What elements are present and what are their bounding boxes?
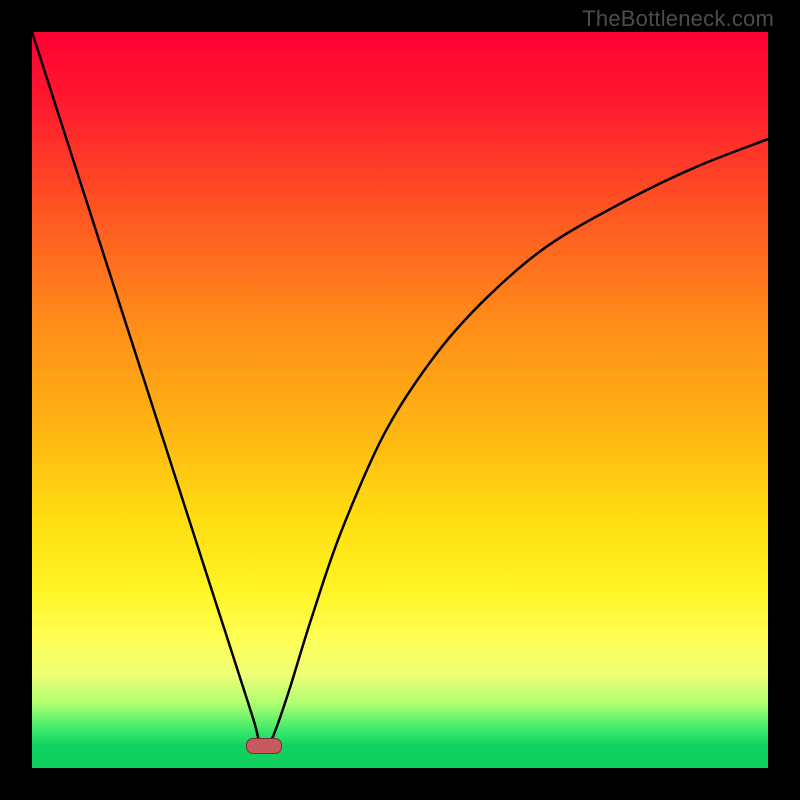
watermark-text: TheBottleneck.com — [582, 6, 774, 32]
chart-area — [32, 32, 768, 768]
curve-minimum-marker — [246, 738, 282, 754]
bottleneck-curve — [32, 32, 768, 768]
